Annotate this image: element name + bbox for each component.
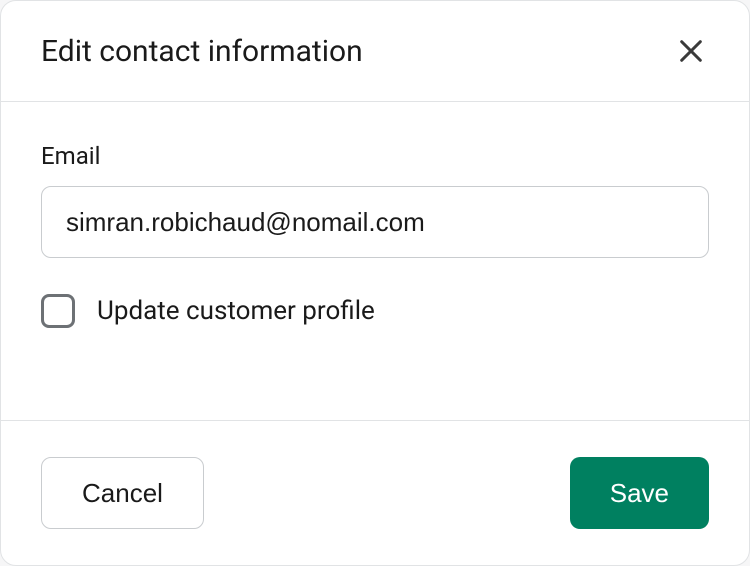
save-button[interactable]: Save bbox=[570, 457, 709, 529]
email-label: Email bbox=[41, 142, 709, 170]
update-profile-row: Update customer profile bbox=[41, 294, 709, 328]
update-profile-checkbox[interactable] bbox=[41, 294, 75, 328]
modal-footer: Cancel Save bbox=[1, 421, 749, 565]
modal-body: Email Update customer profile bbox=[1, 102, 749, 421]
modal-header: Edit contact information bbox=[1, 1, 749, 102]
edit-contact-modal: Edit contact information Email Update cu… bbox=[0, 0, 750, 566]
email-field[interactable] bbox=[41, 186, 709, 258]
modal-title: Edit contact information bbox=[41, 34, 363, 69]
cancel-button[interactable]: Cancel bbox=[41, 457, 204, 529]
close-icon bbox=[677, 37, 705, 65]
close-button[interactable] bbox=[673, 33, 709, 69]
update-profile-label[interactable]: Update customer profile bbox=[97, 296, 375, 326]
